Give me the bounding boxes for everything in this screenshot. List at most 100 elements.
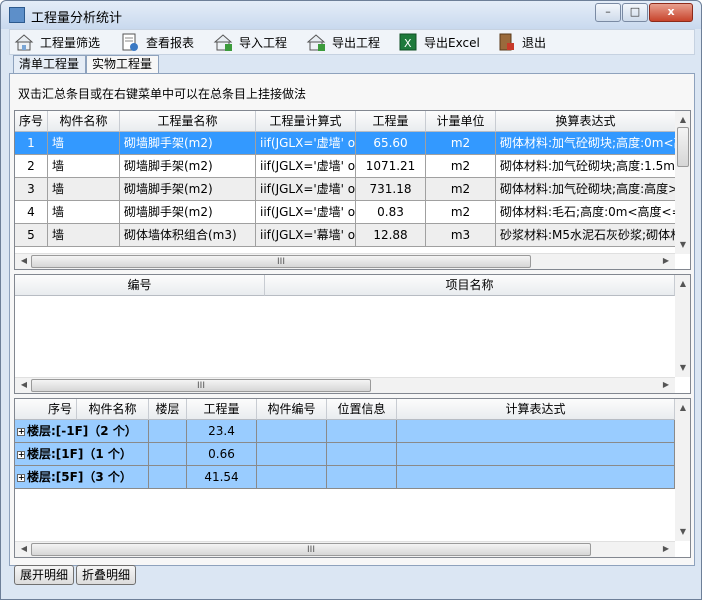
expand-details-button[interactable]: 展开明细 bbox=[14, 565, 74, 585]
close-button[interactable]: x bbox=[649, 3, 693, 22]
horizontal-scrollbar[interactable]: ◀ III ▶ bbox=[15, 541, 675, 557]
column-header[interactable]: 工程量 bbox=[187, 399, 257, 420]
table-cell[interactable]: 砌体材料:加气砼砌块;高度:高度> bbox=[496, 178, 676, 201]
table-cell[interactable]: 墙 bbox=[48, 155, 120, 178]
table-cell[interactable]: 墙 bbox=[48, 178, 120, 201]
table-cell[interactable] bbox=[327, 466, 397, 489]
export-project-button[interactable]: 导出工程 bbox=[306, 30, 380, 54]
column-header[interactable]: 工程量 bbox=[356, 111, 426, 132]
column-header[interactable]: 项目名称 bbox=[265, 275, 675, 296]
table-cell[interactable]: 1071.21 bbox=[356, 155, 426, 178]
scroll-left-icon[interactable]: ◀ bbox=[17, 542, 31, 556]
column-header[interactable]: 构件编号 bbox=[257, 399, 327, 420]
table-cell[interactable]: 砌墙脚手架(m2) bbox=[120, 155, 256, 178]
table-cell[interactable] bbox=[397, 466, 675, 489]
table-cell[interactable] bbox=[397, 443, 675, 466]
scrollbar-thumb[interactable]: III bbox=[31, 255, 531, 268]
column-header[interactable]: 编号 bbox=[15, 275, 265, 296]
table-cell[interactable]: 65.60 bbox=[356, 132, 426, 155]
scroll-up-icon[interactable]: ▲ bbox=[676, 113, 690, 127]
column-header[interactable]: 工程量计算式 bbox=[256, 111, 356, 132]
table-cell[interactable]: 砌体材料:加气砼砌块;高度:1.5m< bbox=[496, 155, 676, 178]
table-cell[interactable]: 2 bbox=[15, 155, 48, 178]
column-header[interactable]: 计量单位 bbox=[426, 111, 496, 132]
table-cell[interactable]: 1 bbox=[15, 132, 48, 155]
table-cell[interactable] bbox=[327, 443, 397, 466]
filter-quantity-button[interactable]: 工程量筛选 bbox=[14, 30, 100, 54]
scroll-up-icon[interactable]: ▲ bbox=[676, 277, 690, 291]
table-cell[interactable]: iif(JGLX='虚墙' o bbox=[256, 132, 356, 155]
export-excel-button[interactable]: X 导出Excel bbox=[398, 30, 480, 54]
table-cell[interactable]: 3 bbox=[15, 178, 48, 201]
table-cell[interactable]: 墙 bbox=[48, 201, 120, 224]
table-cell[interactable]: m2 bbox=[426, 132, 496, 155]
table-cell[interactable]: 墙 bbox=[48, 224, 120, 247]
table-cell[interactable]: 砌墙脚手架(m2) bbox=[120, 178, 256, 201]
table-cell[interactable]: 4 bbox=[15, 201, 48, 224]
horizontal-scrollbar[interactable]: ◀ III ▶ bbox=[15, 377, 675, 393]
scrollbar-thumb[interactable] bbox=[677, 127, 689, 167]
scrollbar-thumb[interactable]: III bbox=[31, 379, 371, 392]
table-cell[interactable]: m2 bbox=[426, 178, 496, 201]
table-cell[interactable]: 41.54 bbox=[187, 466, 257, 489]
table-cell[interactable]: 墙 bbox=[48, 132, 120, 155]
expand-plus-icon[interactable]: + bbox=[17, 427, 25, 436]
scroll-down-icon[interactable]: ▼ bbox=[676, 238, 690, 252]
vertical-scrollbar[interactable]: ▲ ▼ bbox=[675, 275, 690, 377]
tab-bill-quantity[interactable]: 清单工程量 bbox=[13, 55, 86, 74]
table-cell[interactable]: 砌体材料:加气砼砌块;高度:0m<高 bbox=[496, 132, 676, 155]
expand-plus-icon[interactable]: + bbox=[17, 450, 25, 459]
minimize-button[interactable]: – bbox=[595, 3, 621, 22]
table-cell[interactable]: 砂浆材料:M5水泥石灰砂浆;砌体材 bbox=[496, 224, 676, 247]
scrollbar-thumb[interactable]: III bbox=[31, 543, 591, 556]
table-cell[interactable] bbox=[327, 420, 397, 443]
table-cell[interactable] bbox=[149, 466, 187, 489]
scroll-down-icon[interactable]: ▼ bbox=[676, 361, 690, 375]
table-cell[interactable]: 砌体墙体积组合(m3) bbox=[120, 224, 256, 247]
group-row-label[interactable]: + 楼层:[5F]（3 个） bbox=[15, 466, 149, 489]
group-row-label[interactable]: + 楼层:[1F]（1 个） bbox=[15, 443, 149, 466]
column-header[interactable]: 计算表达式 bbox=[397, 399, 675, 420]
horizontal-scrollbar[interactable]: ◀ III ▶ bbox=[15, 253, 675, 269]
table-cell[interactable]: 23.4 bbox=[187, 420, 257, 443]
table-cell[interactable]: m2 bbox=[426, 201, 496, 224]
column-header[interactable]: 构件名称 bbox=[48, 111, 120, 132]
title-bar[interactable]: 工程量分析统计 – □ x bbox=[1, 1, 701, 29]
table-cell[interactable] bbox=[257, 443, 327, 466]
column-header[interactable]: 楼层 bbox=[149, 399, 187, 420]
maximize-button[interactable]: □ bbox=[622, 3, 648, 22]
table-cell[interactable] bbox=[257, 420, 327, 443]
column-header[interactable]: 序号 bbox=[15, 111, 48, 132]
column-header[interactable]: 构件名称 bbox=[77, 399, 149, 420]
tab-physical-quantity[interactable]: 实物工程量 bbox=[86, 55, 159, 75]
table-cell[interactable]: iif(JGLX='幕墙' o bbox=[256, 224, 356, 247]
table-cell[interactable]: 731.18 bbox=[356, 178, 426, 201]
column-header[interactable]: 位置信息 bbox=[327, 399, 397, 420]
vertical-scrollbar[interactable]: ▲ ▼ bbox=[675, 111, 690, 254]
expand-plus-icon[interactable]: + bbox=[17, 473, 25, 482]
scroll-right-icon[interactable]: ▶ bbox=[659, 542, 673, 556]
table-cell[interactable]: 0.83 bbox=[356, 201, 426, 224]
scroll-up-icon[interactable]: ▲ bbox=[676, 401, 690, 415]
table-cell[interactable] bbox=[397, 420, 675, 443]
scroll-right-icon[interactable]: ▶ bbox=[659, 254, 673, 268]
group-row-label[interactable]: + 楼层:[-1F]（2 个） bbox=[15, 420, 149, 443]
table-cell[interactable]: 砌墙脚手架(m2) bbox=[120, 132, 256, 155]
vertical-scrollbar[interactable]: ▲ ▼ bbox=[675, 399, 690, 541]
table-cell[interactable]: m3 bbox=[426, 224, 496, 247]
table-cell[interactable]: m2 bbox=[426, 155, 496, 178]
table-cell[interactable] bbox=[149, 443, 187, 466]
column-header[interactable]: 工程量名称 bbox=[120, 111, 256, 132]
table-cell[interactable]: 12.88 bbox=[356, 224, 426, 247]
table-cell[interactable] bbox=[257, 466, 327, 489]
scroll-down-icon[interactable]: ▼ bbox=[676, 525, 690, 539]
collapse-details-button[interactable]: 折叠明细 bbox=[76, 565, 136, 585]
scroll-right-icon[interactable]: ▶ bbox=[659, 378, 673, 392]
scroll-left-icon[interactable]: ◀ bbox=[17, 254, 31, 268]
view-report-button[interactable]: 查看报表 bbox=[120, 30, 194, 54]
column-header[interactable]: 换算表达式 bbox=[496, 111, 676, 132]
table-cell[interactable]: 砌体材料:毛石;高度:0m<高度<= bbox=[496, 201, 676, 224]
table-cell[interactable]: 砌墙脚手架(m2) bbox=[120, 201, 256, 224]
column-header[interactable]: 序号 bbox=[15, 399, 77, 420]
table-cell[interactable]: iif(JGLX='虚墙' o bbox=[256, 178, 356, 201]
